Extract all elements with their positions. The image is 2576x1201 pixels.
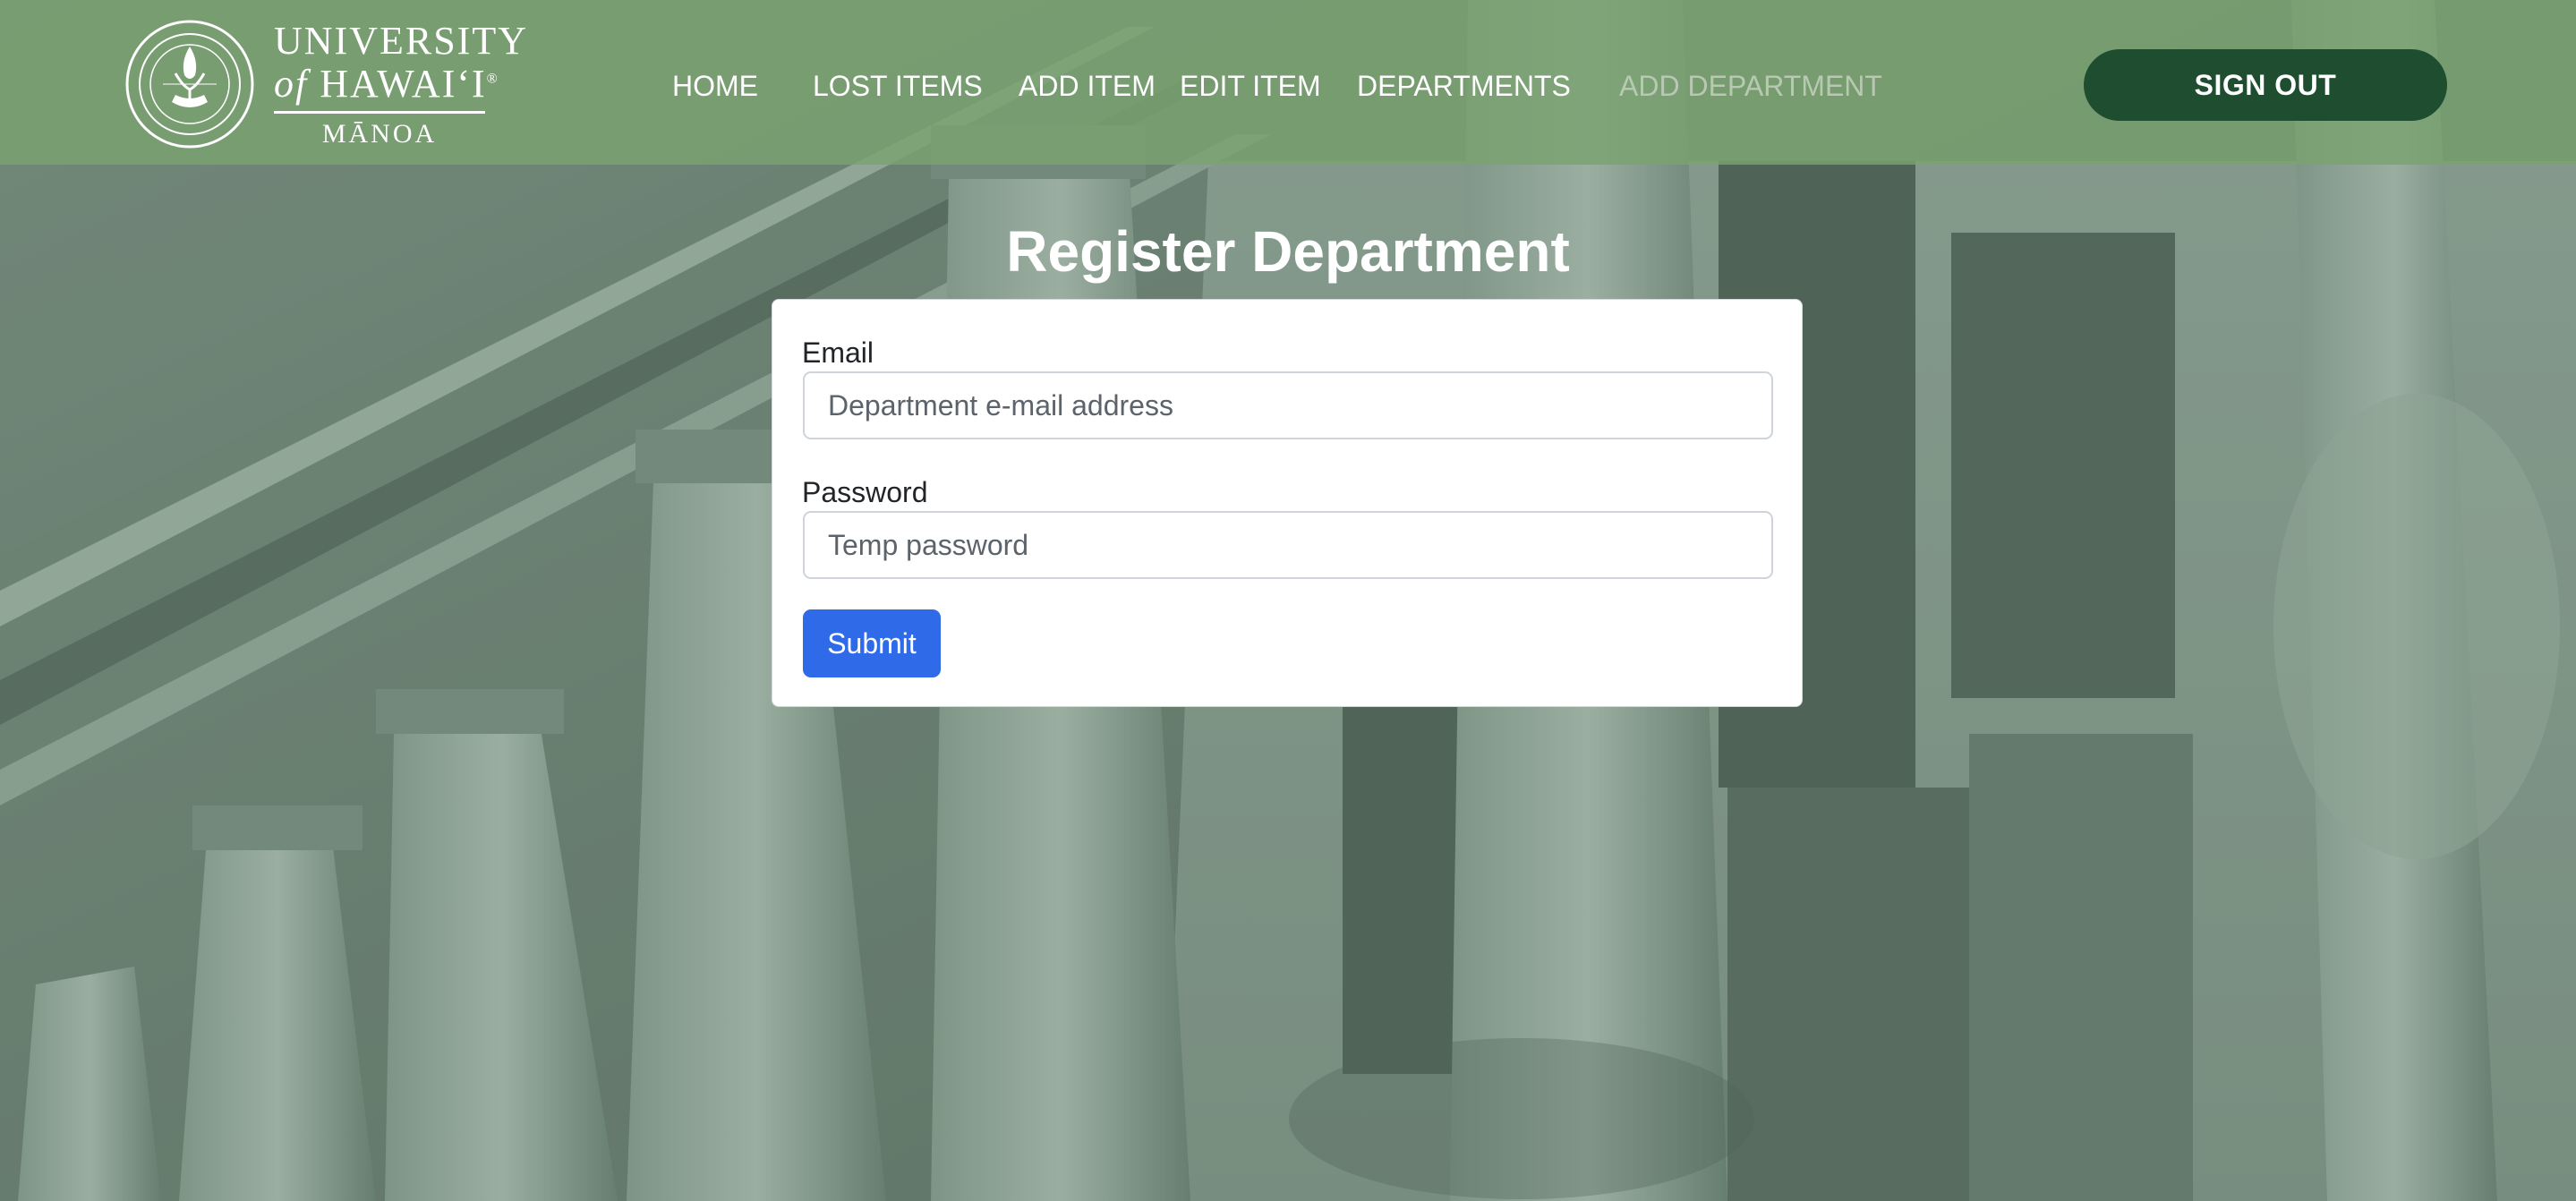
submit-button[interactable]: Submit — [803, 609, 941, 677]
page-title: Register Department — [1006, 219, 1570, 284]
wordmark-manoa: MĀNOA — [321, 118, 438, 149]
password-label: Password — [802, 476, 928, 508]
nav-add-item[interactable]: ADD ITEM — [1019, 68, 1156, 104]
wordmark: UNIVERSITY of HAWAI‘I® MĀNOA — [274, 21, 528, 148]
nav-edit-item[interactable]: EDIT ITEM — [1180, 68, 1321, 104]
registered-mark: ® — [486, 70, 499, 86]
email-label: Email — [802, 336, 874, 369]
password-input[interactable] — [803, 511, 1773, 579]
nav-lost-items[interactable]: LOST ITEMS — [813, 68, 983, 104]
wordmark-university: UNIVERSITY — [274, 18, 528, 63]
nav-home[interactable]: HOME — [672, 68, 758, 104]
wordmark-hawaii: HAWAI‘I — [320, 61, 487, 106]
wordmark-of: of — [274, 61, 309, 106]
university-seal-icon — [125, 20, 254, 149]
register-department-form: Email Password Submit — [772, 299, 1803, 707]
wordmark-rule — [274, 110, 485, 114]
nav-departments[interactable]: DEPARTMENTS — [1357, 68, 1571, 104]
brand-logo[interactable]: UNIVERSITY of HAWAI‘I® MĀNOA — [125, 20, 528, 149]
email-input[interactable] — [803, 371, 1773, 439]
nav-add-department[interactable]: ADD DEPARTMENT — [1619, 68, 1882, 104]
wordmark-of-hawaii: of HAWAI‘I® — [274, 64, 528, 104]
top-navbar: UNIVERSITY of HAWAI‘I® MĀNOA HOME LOST I… — [0, 0, 2576, 165]
sign-out-button[interactable]: SIGN OUT — [2084, 49, 2447, 121]
